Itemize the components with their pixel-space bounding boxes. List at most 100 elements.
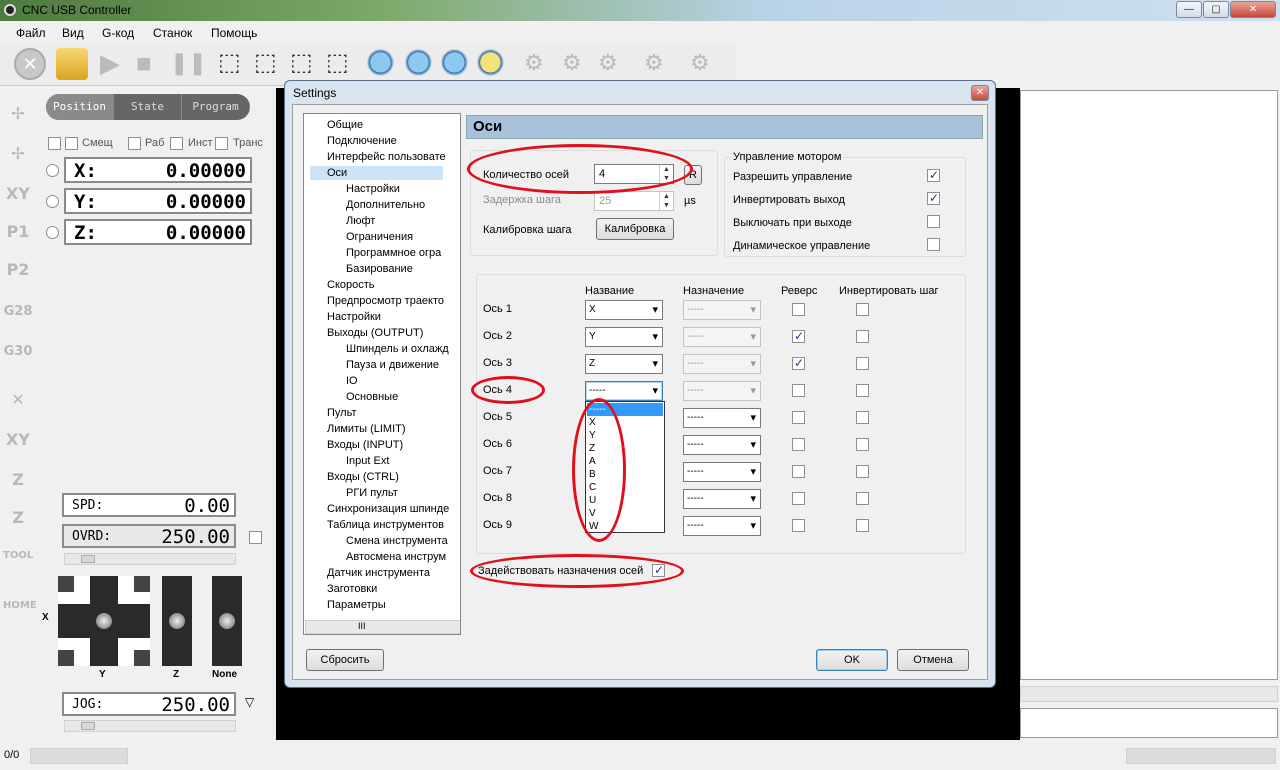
axis-reverse-checkbox[interactable] <box>792 303 805 316</box>
tree-item[interactable]: Выходы (OUTPUT) <box>327 326 423 340</box>
spindle-icon[interactable]: ⚙ <box>524 48 556 80</box>
home-axes-icon[interactable]: ⚙ <box>690 48 722 80</box>
y-radio[interactable] <box>46 195 59 208</box>
axis-invert-checkbox[interactable] <box>856 438 869 451</box>
offset-checkbox-2[interactable] <box>65 137 78 150</box>
tree-item[interactable]: Пульт <box>327 406 357 420</box>
tree-hscroll[interactable]: III <box>305 620 460 634</box>
axis-assign-select[interactable]: ----- <box>683 435 761 455</box>
menu-help[interactable]: Помощь <box>211 26 257 40</box>
jog-pad-none[interactable] <box>212 576 242 666</box>
tree-item[interactable]: Заготовки <box>327 582 377 596</box>
axis-assign-select[interactable]: ----- <box>683 327 761 347</box>
tree-item[interactable]: Input Ext <box>346 454 389 468</box>
goto-xy-icon[interactable]: XY <box>3 180 33 208</box>
jog-z-knob[interactable] <box>169 613 185 629</box>
axis-invert-checkbox[interactable] <box>856 492 869 505</box>
goto-g30-icon[interactable]: G30 <box>3 338 33 366</box>
tree-item[interactable]: Смена инструмента <box>346 534 448 548</box>
move-xy-icon[interactable]: ✢ <box>3 100 33 128</box>
tool-icon[interactable]: TOOL <box>3 542 33 570</box>
jog-pad-z[interactable] <box>162 576 192 666</box>
goto-p2-icon[interactable]: P2 <box>3 256 33 284</box>
motor-option-checkbox[interactable] <box>927 238 940 251</box>
settings-tree[interactable]: Общие Подключение Интерфейс пользовате Оси Н… <box>303 113 461 635</box>
cancel-move-icon[interactable]: ✕ <box>3 386 33 414</box>
step-delay-arrows-icon[interactable]: ▲ ▼ <box>659 192 673 210</box>
jog-ne[interactable] <box>134 576 150 592</box>
tab-state[interactable]: State <box>114 94 182 120</box>
menu-file[interactable]: Файл <box>16 26 46 40</box>
motor-option-checkbox[interactable] <box>927 168 940 182</box>
stop-icon[interactable]: ✕ <box>14 48 46 80</box>
open-folder-icon[interactable] <box>56 48 88 80</box>
tree-item[interactable]: Интерфейс пользовате <box>327 150 446 164</box>
goto-g28-icon[interactable]: G28 <box>3 298 33 326</box>
jog-pad-xy[interactable] <box>58 576 150 666</box>
motor-option-checkbox[interactable] <box>927 215 940 228</box>
axis-assign-select[interactable]: ----- <box>683 462 761 482</box>
axis-reverse-checkbox[interactable] <box>792 465 805 478</box>
zoom-extents-icon[interactable] <box>476 48 508 80</box>
maximize-button[interactable]: ▢ <box>1203 1 1229 18</box>
axis-invert-checkbox[interactable] <box>856 303 869 316</box>
goto-p1-icon[interactable]: P1 <box>3 218 33 246</box>
work-checkbox[interactable] <box>128 137 141 150</box>
axis-assign-select[interactable]: ----- <box>683 300 761 320</box>
play-icon[interactable]: ▶ <box>100 48 132 80</box>
axis-invert-checkbox[interactable] <box>856 384 869 397</box>
axis-assign-select[interactable]: ----- <box>683 381 761 401</box>
axis-assign-select[interactable]: ----- <box>683 489 761 509</box>
tree-item[interactable]: Дополнительно <box>346 198 425 212</box>
close-button[interactable]: ✕ <box>1230 1 1276 18</box>
jog-dropdown-icon[interactable]: ▽ <box>245 695 254 709</box>
gcode-panel[interactable] <box>1020 90 1278 680</box>
coolant-icon[interactable]: ⚙ <box>562 48 594 80</box>
home-icon[interactable]: HOME <box>3 592 37 620</box>
axis-assign-select[interactable]: ----- <box>683 408 761 428</box>
z-coordinate[interactable]: Z: 0.00000 <box>64 219 252 245</box>
axis-reverse-checkbox[interactable] <box>792 329 805 343</box>
ovrd-checkbox[interactable] <box>249 531 262 544</box>
tree-item[interactable]: Автосмена инструм <box>346 550 446 564</box>
tree-item[interactable]: Оси <box>310 166 443 180</box>
axis-reverse-checkbox[interactable] <box>792 356 805 370</box>
view-top-icon[interactable]: ⬚ <box>254 48 286 80</box>
axis-reverse-checkbox[interactable] <box>792 492 805 505</box>
axis-assign-select[interactable]: ----- <box>683 354 761 374</box>
zero-z-icon[interactable]: Z <box>3 466 33 494</box>
tree-item[interactable]: Программное огра <box>346 246 441 260</box>
minimize-button[interactable]: — <box>1176 1 1202 18</box>
axis-name-select[interactable]: X <box>585 300 663 320</box>
zoom-in-icon[interactable] <box>366 48 398 80</box>
axis-assign-select[interactable]: ----- <box>683 516 761 536</box>
axis-name-select[interactable]: Y <box>585 327 663 347</box>
tree-item[interactable]: Предпросмотр траекто <box>327 294 444 308</box>
axis-reverse-checkbox[interactable] <box>792 519 805 532</box>
offset-checkbox[interactable] <box>48 137 61 150</box>
tree-item[interactable]: Лимиты (LIMIT) <box>327 422 406 436</box>
axis-reverse-checkbox[interactable] <box>792 438 805 451</box>
axis-name-select[interactable]: Z <box>585 354 663 374</box>
motor-option-checkbox[interactable] <box>927 191 940 205</box>
tree-item[interactable]: Подключение <box>327 134 397 148</box>
move-z-icon[interactable]: ✢ <box>3 140 33 168</box>
z-radio[interactable] <box>46 226 59 239</box>
tree-item[interactable]: Ограничения <box>346 230 413 244</box>
view-side-icon[interactable]: ⬚ <box>326 48 358 80</box>
menu-machine[interactable]: Станок <box>153 26 192 40</box>
ovrd-slider[interactable] <box>64 553 236 565</box>
y-coordinate[interactable]: Y: 0.00000 <box>64 188 252 214</box>
pause-icon[interactable]: ❚❚ <box>170 48 207 80</box>
probe-icon[interactable]: ⚙ <box>644 48 676 80</box>
menu-view[interactable]: Вид <box>62 26 84 40</box>
ok-button[interactable]: OK <box>816 649 888 671</box>
tree-item[interactable]: IO <box>346 374 358 388</box>
axis-reverse-checkbox[interactable] <box>792 384 805 397</box>
tree-item[interactable]: Настройки <box>327 310 381 324</box>
view-front-icon[interactable]: ⬚ <box>290 48 322 80</box>
zoom-fit-icon[interactable] <box>440 48 472 80</box>
axis-reverse-checkbox[interactable] <box>792 411 805 424</box>
tree-item[interactable]: Входы (INPUT) <box>327 438 403 452</box>
tree-item[interactable]: Люфт <box>346 214 375 228</box>
